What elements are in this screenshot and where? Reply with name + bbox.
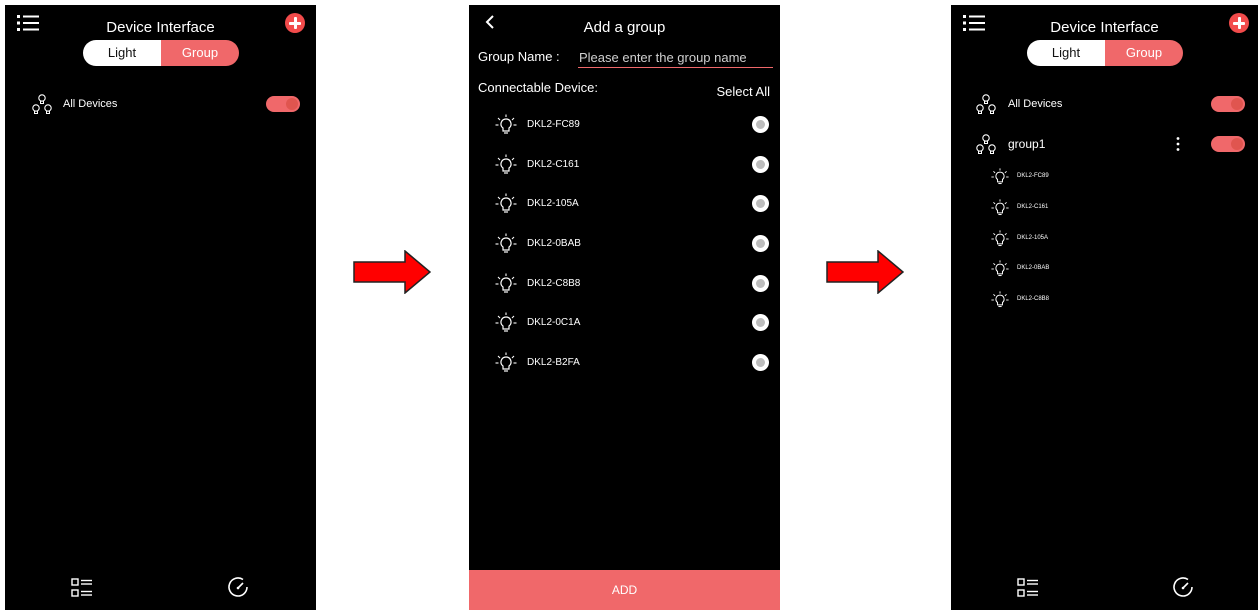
right-arrow-icon bbox=[826, 250, 904, 294]
more-vertical-icon[interactable] bbox=[1175, 136, 1181, 152]
device-select-radio[interactable] bbox=[752, 195, 769, 212]
device-name: DKL2-B2FA bbox=[527, 357, 580, 368]
device-name: DKL2-0BAB bbox=[527, 238, 581, 249]
device-select-radio[interactable] bbox=[752, 275, 769, 292]
device-name: DKL2-0BAB bbox=[1017, 265, 1050, 271]
device-interface-screen: Device Interface Light Group All Devices bbox=[5, 5, 316, 610]
list-item[interactable]: DKL2-0BAB bbox=[469, 229, 780, 259]
list-item[interactable]: DKL2-FC89 bbox=[469, 110, 780, 140]
light-group-segment: Light Group bbox=[1027, 40, 1183, 66]
all-devices-label: All Devices bbox=[1008, 98, 1063, 110]
list-icon[interactable] bbox=[1017, 578, 1039, 598]
tab-light[interactable]: Light bbox=[1027, 40, 1105, 66]
bulb-icon bbox=[991, 199, 1009, 217]
device-name: DKL2-C161 bbox=[1017, 204, 1049, 210]
list-item[interactable]: DKL2-0C1A bbox=[469, 308, 780, 338]
bulb-icon bbox=[495, 352, 517, 374]
group-name-label: Group Name : bbox=[478, 49, 560, 64]
device-select-radio[interactable] bbox=[752, 354, 769, 371]
bulb-icon bbox=[495, 114, 517, 136]
bulb-icon bbox=[991, 230, 1009, 248]
all-devices-toggle[interactable] bbox=[266, 96, 300, 112]
bulb-icon bbox=[991, 260, 1009, 278]
all-devices-toggle[interactable] bbox=[1211, 96, 1245, 112]
page-title: Device Interface bbox=[1050, 19, 1159, 36]
device-interface-screen-with-group: Device Interface Light Group All Devices… bbox=[951, 5, 1258, 610]
add-group-screen: Add a group Group Name : Connectable Dev… bbox=[469, 5, 780, 610]
list-item[interactable]: All Devices bbox=[5, 90, 316, 120]
list-item[interactable]: DKL2-B2FA bbox=[469, 348, 780, 378]
add-button[interactable]: ADD bbox=[469, 570, 780, 610]
all-devices-label: All Devices bbox=[63, 98, 118, 110]
list-item[interactable]: DKL2-C161 bbox=[469, 150, 780, 180]
plus-icon[interactable] bbox=[285, 13, 305, 33]
device-select-radio[interactable] bbox=[752, 156, 769, 173]
device-select-radio[interactable] bbox=[752, 314, 769, 331]
tab-group[interactable]: Group bbox=[161, 40, 239, 66]
device-name: DKL2-105A bbox=[1017, 235, 1049, 241]
group-toggle[interactable] bbox=[1211, 136, 1245, 152]
connectable-device-label: Connectable Device: bbox=[478, 80, 598, 95]
plus-icon[interactable] bbox=[1229, 13, 1249, 33]
select-all-button[interactable]: Select All bbox=[717, 84, 770, 99]
list-item[interactable]: DKL2-C8B8 bbox=[951, 289, 1258, 313]
tab-group[interactable]: Group bbox=[1105, 40, 1183, 66]
page-title: Add a group bbox=[583, 19, 666, 36]
group-bulbs-icon bbox=[31, 93, 53, 117]
bulb-icon bbox=[495, 312, 517, 334]
bulb-icon bbox=[991, 291, 1009, 309]
right-arrow-icon bbox=[353, 250, 431, 294]
light-group-segment: Light Group bbox=[83, 40, 239, 66]
list-item[interactable]: DKL2-105A bbox=[951, 228, 1258, 252]
group-bulbs-icon bbox=[975, 133, 997, 157]
gauge-icon[interactable] bbox=[227, 576, 249, 598]
group-name: group1 bbox=[1008, 137, 1046, 151]
list-item[interactable]: DKL2-C161 bbox=[951, 197, 1258, 221]
bulb-icon bbox=[495, 233, 517, 255]
list-item[interactable]: DKL2-0BAB bbox=[951, 258, 1258, 282]
device-select-radio[interactable] bbox=[752, 116, 769, 133]
gauge-icon[interactable] bbox=[1172, 576, 1194, 598]
group-row[interactable]: group1 bbox=[951, 130, 1258, 160]
bulb-icon bbox=[495, 273, 517, 295]
device-select-radio[interactable] bbox=[752, 235, 769, 252]
device-name: DKL2-FC89 bbox=[527, 119, 580, 130]
device-name: DKL2-C161 bbox=[527, 159, 580, 170]
bulb-icon bbox=[991, 168, 1009, 186]
group-bulbs-icon bbox=[975, 93, 997, 117]
tab-light[interactable]: Light bbox=[83, 40, 161, 66]
device-name: DKL2-FC89 bbox=[1017, 173, 1049, 179]
bulb-icon bbox=[495, 154, 517, 176]
list-item[interactable]: DKL2-105A bbox=[469, 189, 780, 219]
bottom-nav bbox=[951, 574, 1258, 610]
group-name-input[interactable] bbox=[578, 47, 773, 68]
list-icon[interactable] bbox=[71, 578, 93, 598]
bottom-nav bbox=[5, 574, 316, 610]
device-name: DKL2-C8B8 bbox=[527, 278, 581, 289]
list-item[interactable]: All Devices bbox=[951, 90, 1258, 120]
list-item[interactable]: DKL2-FC89 bbox=[951, 166, 1258, 190]
list-item[interactable]: DKL2-C8B8 bbox=[469, 269, 780, 299]
device-name: DKL2-105A bbox=[527, 198, 579, 209]
device-name: DKL2-0C1A bbox=[527, 317, 581, 328]
bulb-icon bbox=[495, 193, 517, 215]
device-name: DKL2-C8B8 bbox=[1017, 296, 1050, 302]
page-title: Device Interface bbox=[106, 19, 215, 36]
